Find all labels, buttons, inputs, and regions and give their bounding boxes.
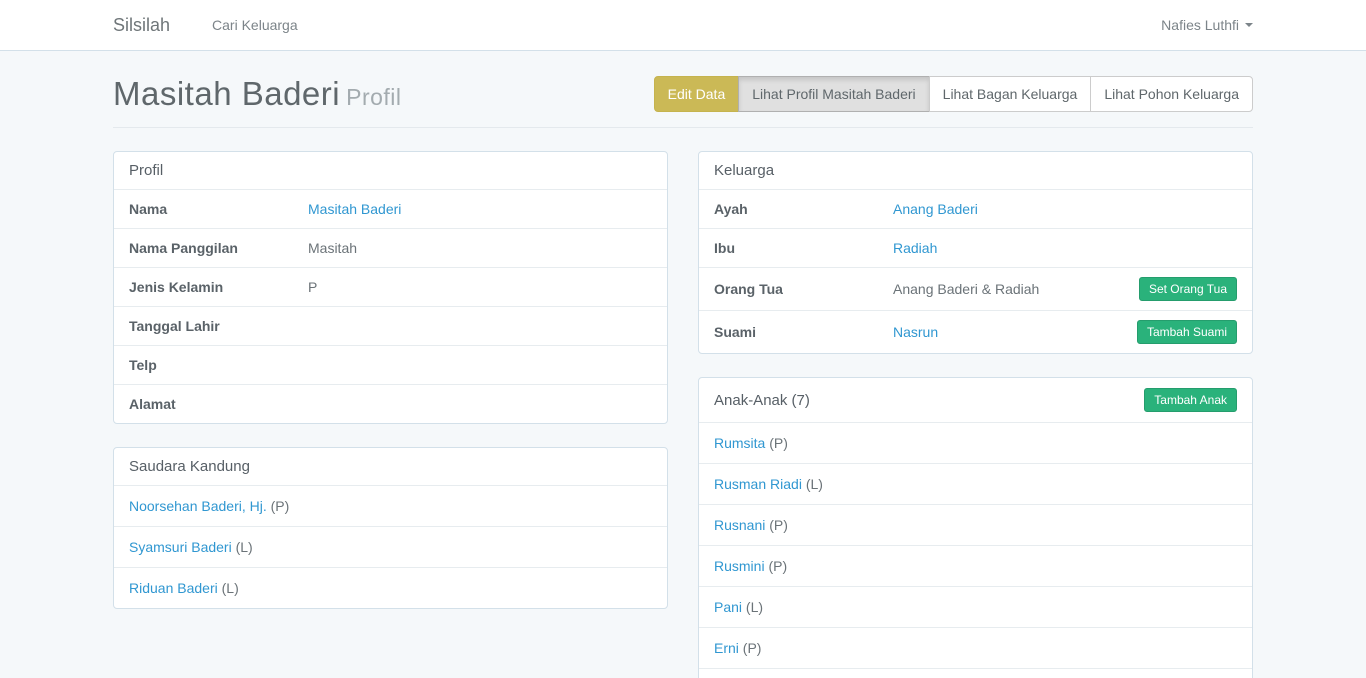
keluarga-row-ayah: Ayah Anang Baderi (699, 189, 1252, 228)
list-item: Pani (L) (699, 586, 1252, 627)
sibling-link[interactable]: Riduan Baderi (129, 580, 218, 596)
profil-row-alamat: Alamat (114, 384, 667, 423)
list-item-cutoff (699, 668, 1252, 678)
person-name: Masitah Baderi (113, 75, 340, 112)
gender-label: (P) (743, 640, 762, 656)
page-title: Masitah BaderiProfil (113, 75, 402, 113)
row-label: Nama (129, 201, 308, 217)
row-label: Suami (714, 324, 893, 340)
gender-label: (L) (806, 476, 823, 492)
row-label: Ayah (714, 201, 893, 217)
row-label: Orang Tua (714, 281, 893, 297)
profil-panel-title: Profil (114, 152, 667, 189)
anak-anak-panel-title: Anak-Anak (7) (714, 392, 810, 409)
row-label: Alamat (129, 396, 308, 412)
child-link[interactable]: Rusnani (714, 517, 765, 533)
child-link[interactable]: Rusmini (714, 558, 765, 574)
ayah-link[interactable]: Anang Baderi (893, 201, 978, 217)
row-label: Jenis Kelamin (129, 279, 308, 295)
page-subtitle: Profil (346, 84, 401, 110)
brand-silsilah[interactable]: Silsilah (113, 15, 170, 36)
gender-label: (P) (768, 558, 787, 574)
saudara-kandung-panel: Saudara Kandung Noorsehan Baderi, Hj. (P… (113, 447, 668, 609)
child-link[interactable]: Rusman Riadi (714, 476, 802, 492)
gender-label: (P) (769, 435, 788, 451)
row-value: Anang Baderi & Radiah (893, 281, 1039, 297)
gender-label: (P) (769, 517, 788, 533)
lihat-pohon-keluarga-button[interactable]: Lihat Pohon Keluarga (1090, 76, 1253, 112)
row-label: Tanggal Lahir (129, 318, 308, 334)
tambah-suami-button[interactable]: Tambah Suami (1137, 320, 1237, 344)
list-item: Rumsita (P) (699, 422, 1252, 463)
profil-panel: Profil Nama Masitah Baderi Nama Panggila… (113, 151, 668, 424)
row-label: Nama Panggilan (129, 240, 308, 256)
anak-anak-panel-heading: Anak-Anak (7) Tambah Anak (699, 378, 1252, 422)
row-value: P (308, 279, 652, 295)
sibling-link[interactable]: Noorsehan Baderi, Hj. (129, 498, 267, 514)
child-link[interactable]: Pani (714, 599, 742, 615)
keluarga-panel: Keluarga Ayah Anang Baderi Ibu Radiah Or… (698, 151, 1253, 354)
keluarga-row-suami: Suami Nasrun Tambah Suami (699, 310, 1252, 353)
lihat-profil-button[interactable]: Lihat Profil Masitah Baderi (738, 76, 929, 112)
sibling-link[interactable]: Syamsuri Baderi (129, 539, 232, 555)
profil-row-jenis-kelamin: Jenis Kelamin P (114, 267, 667, 306)
profil-row-nama: Nama Masitah Baderi (114, 189, 667, 228)
nav-link-cari-keluarga[interactable]: Cari Keluarga (198, 17, 312, 33)
list-item: Rusman Riadi (L) (699, 463, 1252, 504)
gender-label: (P) (271, 498, 290, 514)
edit-data-button[interactable]: Edit Data (654, 76, 740, 112)
nama-link[interactable]: Masitah Baderi (308, 201, 401, 217)
profil-row-nama-panggilan: Nama Panggilan Masitah (114, 228, 667, 267)
list-item: Riduan Baderi (L) (114, 567, 667, 608)
gender-label: (L) (746, 599, 763, 615)
suami-link[interactable]: Nasrun (893, 324, 938, 340)
row-value: Masitah (308, 240, 652, 256)
user-menu-label: Nafies Luthfi (1161, 17, 1239, 33)
profil-row-tanggal-lahir: Tanggal Lahir (114, 306, 667, 345)
ibu-link[interactable]: Radiah (893, 240, 937, 256)
set-orang-tua-button[interactable]: Set Orang Tua (1139, 277, 1237, 301)
navbar: Silsilah Cari Keluarga Nafies Luthfi (0, 0, 1366, 51)
row-label: Telp (129, 357, 308, 373)
user-menu-dropdown[interactable]: Nafies Luthfi (1161, 17, 1253, 33)
keluarga-panel-title: Keluarga (699, 152, 1252, 189)
lihat-bagan-keluarga-button[interactable]: Lihat Bagan Keluarga (929, 76, 1092, 112)
page-header: Masitah BaderiProfil Edit Data Lihat Pro… (113, 51, 1253, 128)
child-link[interactable]: Rumsita (714, 435, 765, 451)
keluarga-row-ibu: Ibu Radiah (699, 228, 1252, 267)
gender-label: (L) (236, 539, 253, 555)
caret-down-icon (1245, 23, 1253, 27)
keluarga-row-orang-tua: Orang Tua Anang Baderi & Radiah Set Oran… (699, 267, 1252, 310)
anak-anak-panel: Anak-Anak (7) Tambah Anak Rumsita (P) Ru… (698, 377, 1253, 678)
child-link[interactable]: Erni (714, 640, 739, 656)
profil-row-telp: Telp (114, 345, 667, 384)
list-item: Syamsuri Baderi (L) (114, 526, 667, 567)
profile-actions-button-group: Edit Data Lihat Profil Masitah Baderi Li… (654, 76, 1253, 112)
list-item: Noorsehan Baderi, Hj. (P) (114, 485, 667, 526)
gender-label: (L) (222, 580, 239, 596)
list-item: Erni (P) (699, 627, 1252, 668)
list-item: Rusmini (P) (699, 545, 1252, 586)
saudara-kandung-panel-title: Saudara Kandung (114, 448, 667, 485)
list-item: Rusnani (P) (699, 504, 1252, 545)
row-label: Ibu (714, 240, 893, 256)
tambah-anak-button[interactable]: Tambah Anak (1144, 388, 1237, 412)
